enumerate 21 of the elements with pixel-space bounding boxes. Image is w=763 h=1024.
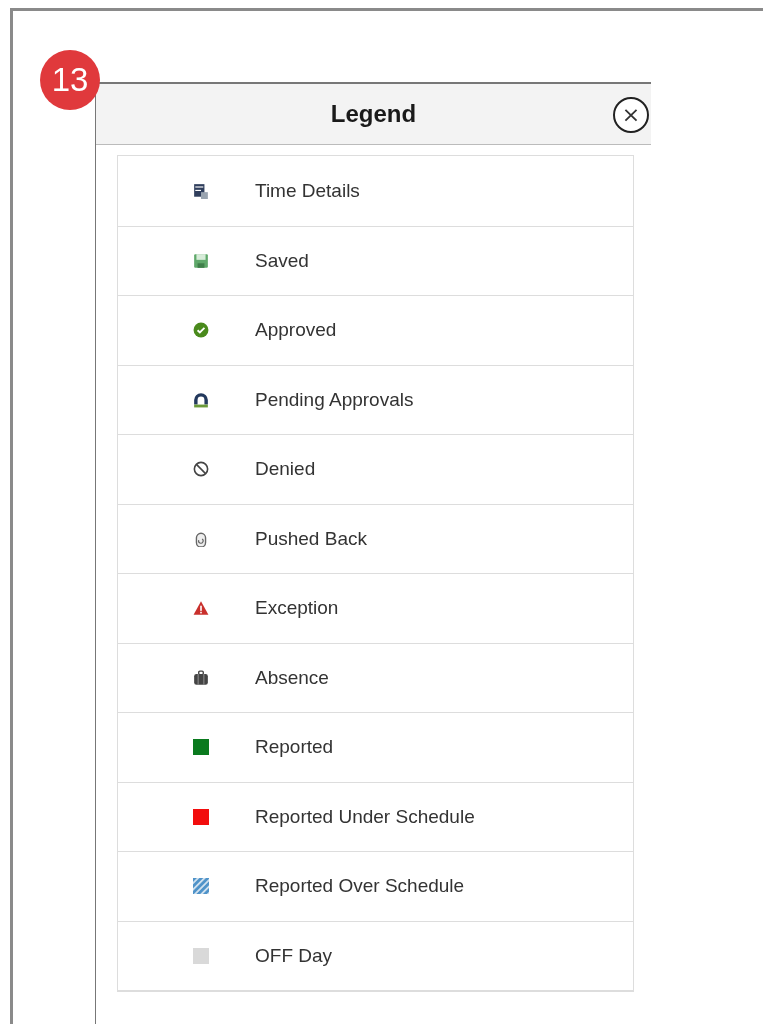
prohibited-icon xyxy=(193,461,209,478)
legend-label: Pending Approvals xyxy=(255,388,414,411)
legend-label: Pushed Back xyxy=(255,527,367,550)
arch-icon xyxy=(193,391,209,408)
legend-label: Denied xyxy=(255,458,316,481)
legend-label: Approved xyxy=(255,319,337,342)
legend-label: Reported xyxy=(255,736,334,759)
dialog-title: Legend xyxy=(330,100,417,128)
close-button[interactable]: × xyxy=(613,97,649,133)
legend-label: Reported Over Schedule xyxy=(255,875,465,898)
legend-label: OFF Day xyxy=(255,944,333,967)
check-circle-icon xyxy=(193,322,209,339)
legend-label: Exception xyxy=(255,597,339,620)
step-badge: 13 xyxy=(40,50,100,110)
suitcase-icon xyxy=(193,669,209,686)
legend-label: Reported Under Schedule xyxy=(255,805,475,828)
warning-icon xyxy=(193,600,209,617)
document-icon xyxy=(193,182,209,199)
legend-label: Time Details xyxy=(255,179,360,202)
legend-label: Absence xyxy=(255,666,329,689)
legend-label: Saved xyxy=(255,249,309,272)
